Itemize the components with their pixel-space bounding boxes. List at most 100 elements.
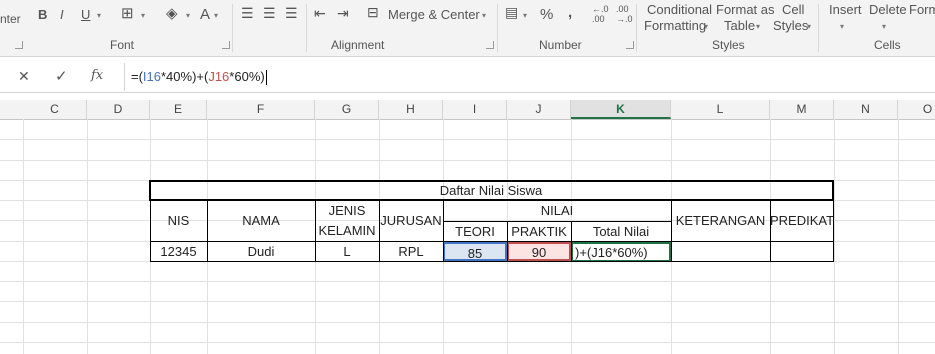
format-button[interactable]: Form xyxy=(909,2,935,17)
enter-icon[interactable]: ✓ xyxy=(55,67,68,85)
align-left-icon[interactable]: ☰ xyxy=(241,5,254,22)
merge-dropdown-icon[interactable]: ▾ xyxy=(482,11,486,20)
table-border-line xyxy=(150,261,834,262)
fill-color-dropdown-icon[interactable]: ▾ xyxy=(186,11,190,20)
accounting-format-icon[interactable]: ▤ xyxy=(505,4,518,21)
header-nama[interactable]: NAMA xyxy=(207,200,315,241)
column-header-l[interactable]: L xyxy=(671,100,770,119)
increase-decimal-button[interactable]: ←.0 .00 xyxy=(592,4,614,24)
formula-token: J16 xyxy=(208,69,230,84)
formula-bar: ✕ ✓ fx =(I16*40%)+(J16*60%) xyxy=(0,62,935,93)
accounting-dropdown-icon[interactable]: ▾ xyxy=(523,11,527,20)
cell-nis[interactable]: 12345 xyxy=(150,242,207,261)
format-as-table-dropdown-icon[interactable]: ▾ xyxy=(756,22,760,31)
column-header-f[interactable]: F xyxy=(207,100,315,119)
merge-center-icon[interactable]: ⊟ xyxy=(367,4,379,21)
table-border-line xyxy=(832,180,834,201)
insert-button[interactable]: Insert xyxy=(829,2,862,17)
insert-function-icon[interactable]: fx xyxy=(91,68,103,83)
align-center-icon[interactable]: ☰ xyxy=(263,5,276,22)
cell-predikat[interactable] xyxy=(770,242,834,261)
cell-teori[interactable]: 85 xyxy=(443,242,507,261)
grid-vline xyxy=(898,119,899,354)
font-color-dropdown-icon[interactable]: ▾ xyxy=(214,11,218,20)
header-jenis[interactable]: JENIS xyxy=(315,202,379,220)
header-jurusan[interactable]: JURUSAN xyxy=(379,200,443,241)
column-header-m[interactable]: M xyxy=(770,100,834,119)
underline-button[interactable]: U xyxy=(81,7,90,22)
header-teori[interactable]: TEORI xyxy=(443,222,507,241)
format-as-table-line1[interactable]: Format as xyxy=(716,2,775,17)
table-border-line xyxy=(150,241,834,242)
column-header-bar: CDEFGHIJKLMNO xyxy=(0,100,935,120)
cancel-icon[interactable]: ✕ xyxy=(18,68,30,85)
header-kelamin[interactable]: KELAMIN xyxy=(315,222,379,240)
header-keterangan[interactable]: KETERANGAN xyxy=(671,200,770,241)
comma-style-button[interactable]: , xyxy=(568,4,572,21)
formula-input[interactable]: =(I16*40%)+(J16*60%) xyxy=(124,63,935,91)
borders-icon[interactable]: ⊞ xyxy=(121,4,134,22)
ribbon-cut-label: nter xyxy=(0,12,21,26)
decrease-decimal-button[interactable]: .00 →.0 xyxy=(616,4,638,24)
cells-group-label: Cells xyxy=(874,38,901,52)
bold-button[interactable]: B xyxy=(38,7,47,22)
cell-total-nilai-editing[interactable]: )+(J16*60%) xyxy=(571,242,671,262)
fill-color-icon[interactable]: ◈ xyxy=(166,4,178,22)
column-header-g[interactable]: G xyxy=(315,100,379,119)
conditional-formatting-line2[interactable]: Formatting xyxy=(644,18,706,33)
insert-dropdown-icon[interactable]: ▾ xyxy=(840,22,844,31)
table-border-line xyxy=(150,200,151,262)
italic-button[interactable]: I xyxy=(60,7,64,22)
delete-button[interactable]: Delete xyxy=(869,2,907,17)
table-title[interactable]: Daftar Nilai Siswa xyxy=(150,181,832,200)
align-right-icon[interactable]: ☰ xyxy=(285,5,298,22)
column-header-c[interactable]: C xyxy=(23,100,87,119)
column-header-e[interactable]: E xyxy=(150,100,207,119)
table-border-line xyxy=(379,200,380,262)
increase-indent-icon[interactable]: ⇥ xyxy=(337,5,349,22)
cell-keterangan[interactable] xyxy=(671,242,770,261)
header-total-nilai[interactable]: Total Nilai xyxy=(571,222,671,241)
cell-styles-line1[interactable]: Cell xyxy=(782,2,804,17)
column-header-h[interactable]: H xyxy=(379,100,443,119)
table-border-line xyxy=(315,200,316,262)
table-border-line xyxy=(443,221,671,222)
header-predikat[interactable]: PREDIKAT xyxy=(770,200,834,241)
delete-dropdown-icon[interactable]: ▾ xyxy=(882,22,886,31)
clipboard-launcher-icon[interactable] xyxy=(15,41,23,49)
cell-jenis-kelamin[interactable]: L xyxy=(315,242,379,261)
format-as-table-line2[interactable]: Table xyxy=(724,18,755,33)
column-header-o[interactable]: O xyxy=(898,100,935,119)
column-header-j[interactable]: J xyxy=(507,100,571,119)
column-header-i[interactable]: I xyxy=(443,100,507,119)
cell-jurusan[interactable]: RPL xyxy=(379,242,443,261)
cell-styles-dropdown-icon[interactable]: ▾ xyxy=(807,22,811,31)
font-launcher-icon[interactable] xyxy=(222,41,230,49)
table-border-line xyxy=(149,180,151,201)
table-border-line xyxy=(207,200,208,262)
cell-praktik[interactable]: 90 xyxy=(507,242,571,261)
borders-dropdown-icon[interactable]: ▾ xyxy=(141,11,145,20)
table-border-line xyxy=(770,200,771,262)
font-color-button[interactable]: A xyxy=(200,6,210,23)
text-caret xyxy=(265,70,267,86)
column-header-d[interactable]: D xyxy=(87,100,150,119)
underline-dropdown-icon[interactable]: ▾ xyxy=(97,11,101,20)
header-nilai[interactable]: NILAI xyxy=(443,201,671,221)
cell-styles-line2[interactable]: Styles xyxy=(773,18,808,33)
font-group-label: Font xyxy=(110,38,135,52)
cell-nama[interactable]: Dudi xyxy=(207,242,315,261)
conditional-formatting-line1[interactable]: Conditional xyxy=(647,2,712,17)
table-border-line xyxy=(149,180,834,182)
table-border-line xyxy=(833,200,834,262)
percent-button[interactable]: % xyxy=(540,6,553,23)
header-nis[interactable]: NIS xyxy=(150,200,207,241)
header-praktik[interactable]: PRAKTIK xyxy=(507,222,571,241)
column-header-k[interactable]: K xyxy=(571,100,671,119)
decrease-indent-icon[interactable]: ⇤ xyxy=(314,5,326,22)
conditional-formatting-dropdown-icon[interactable]: ▾ xyxy=(704,22,708,31)
number-launcher-icon[interactable] xyxy=(626,41,634,49)
merge-center-button[interactable]: Merge & Center xyxy=(388,7,480,22)
column-header-n[interactable]: N xyxy=(834,100,898,119)
alignment-launcher-icon[interactable] xyxy=(486,41,494,49)
